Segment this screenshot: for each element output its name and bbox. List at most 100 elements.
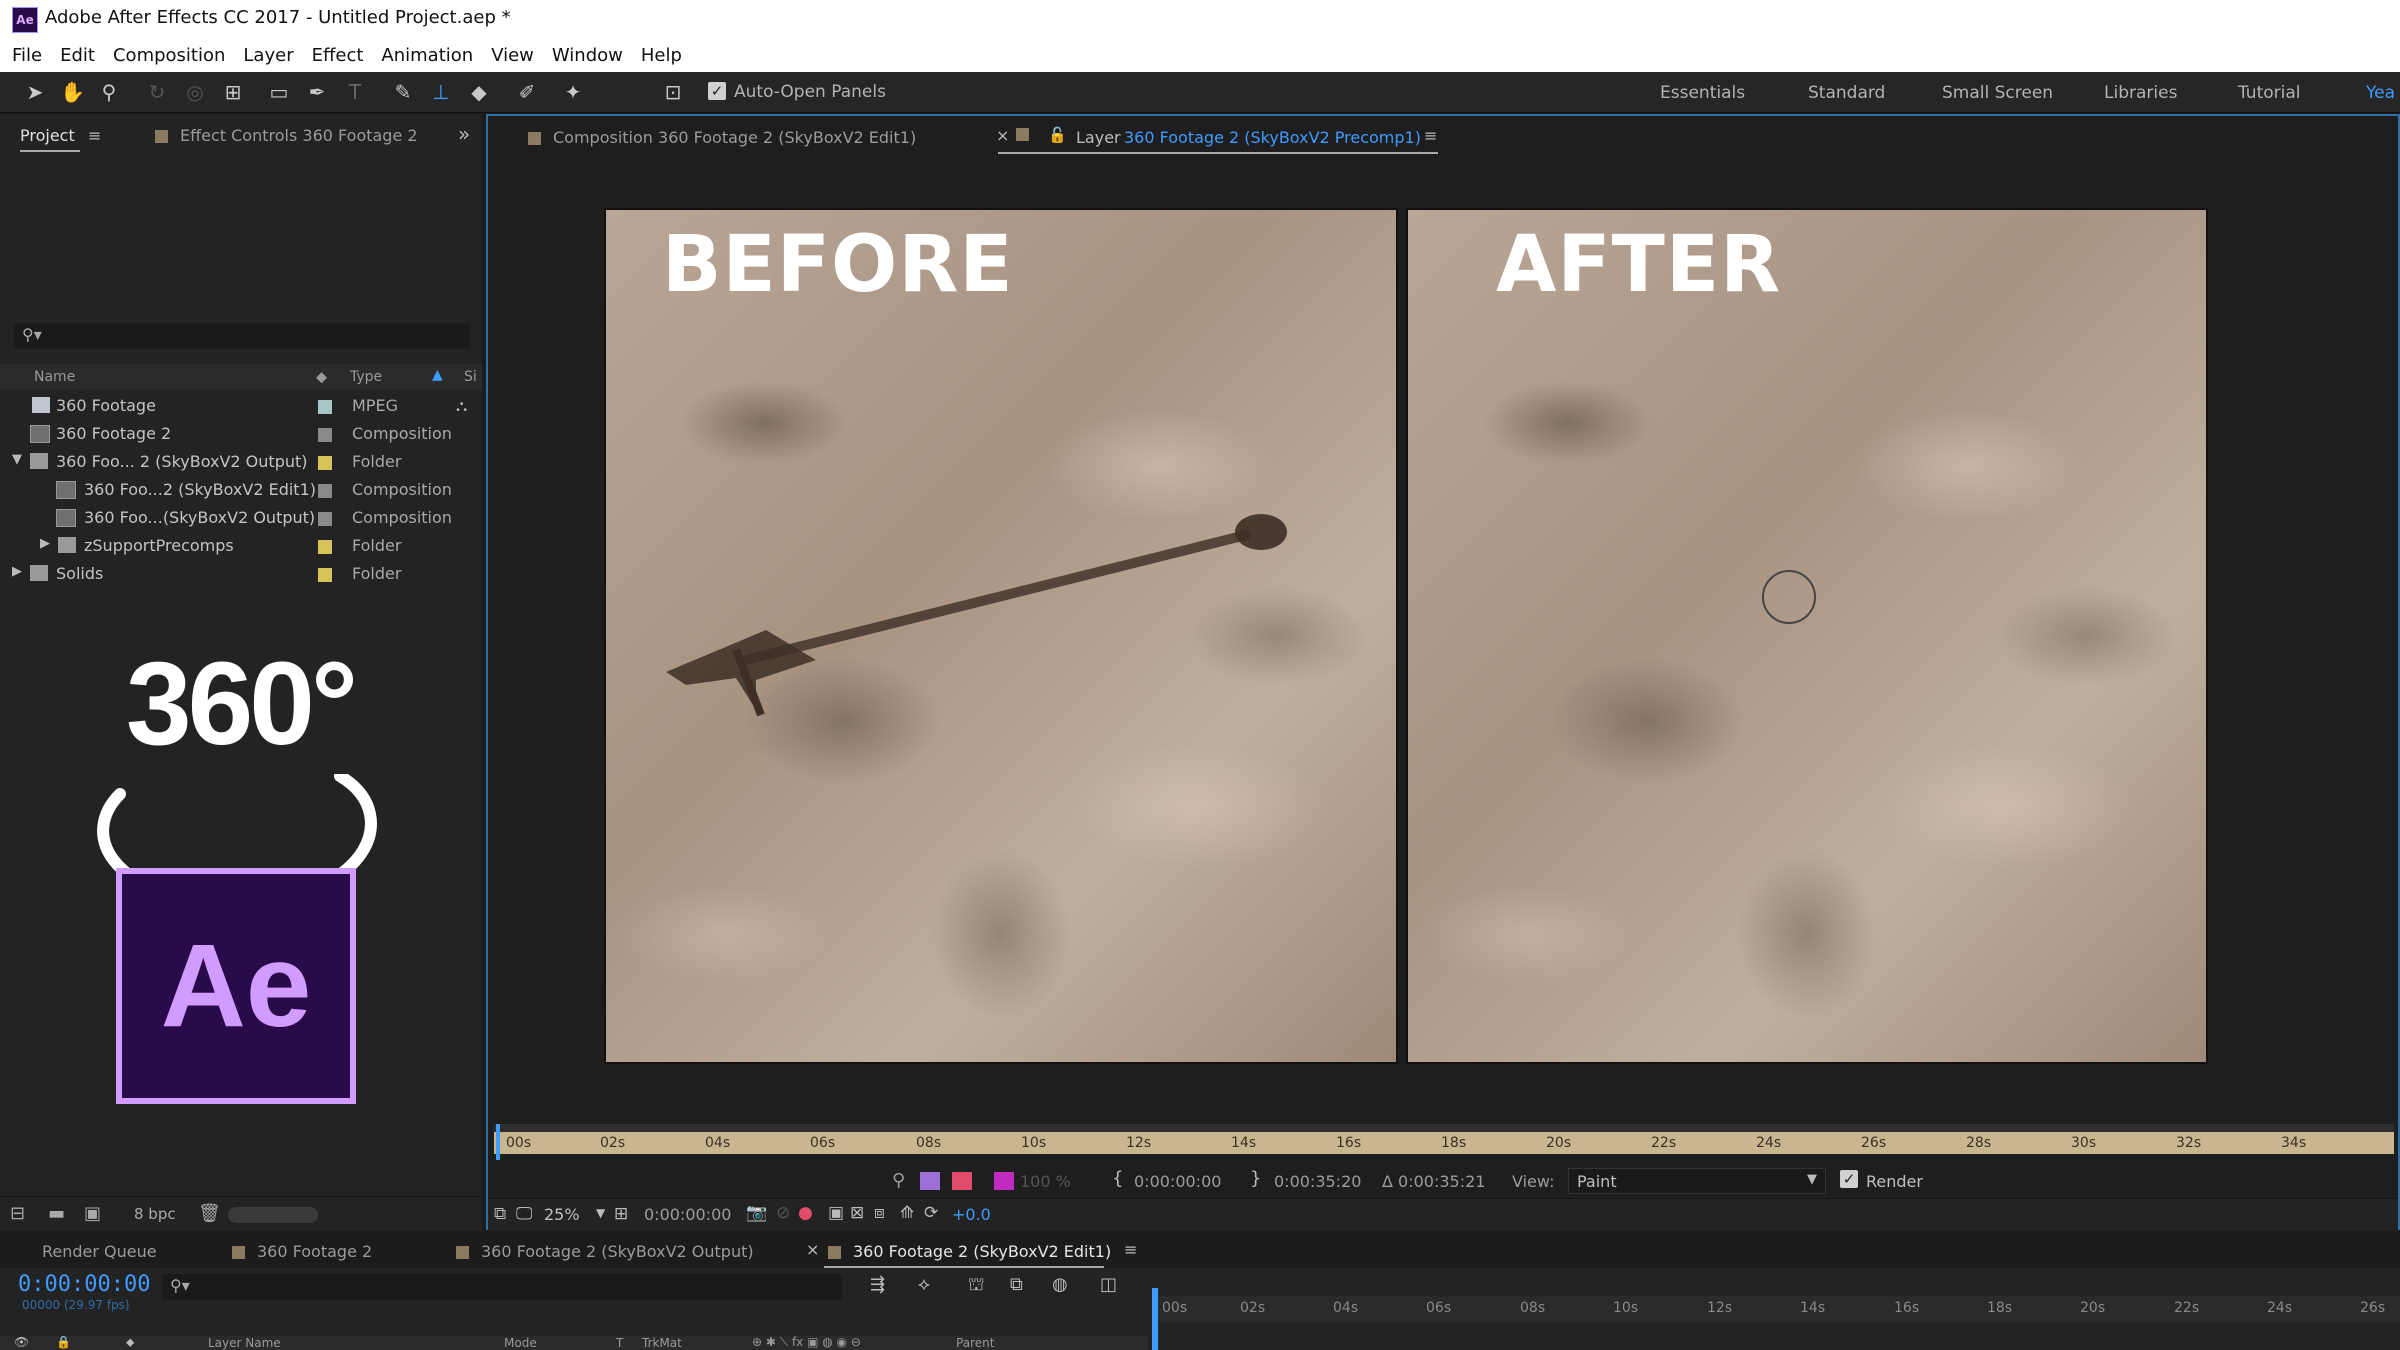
tab-composition[interactable]: Composition 360 Footage 2 (SkyBoxV2 Edit… — [528, 128, 916, 147]
panel-overflow-icon[interactable]: » — [458, 122, 470, 146]
set-in-point-icon[interactable]: { — [1112, 1168, 1123, 1189]
zoom-tool-icon[interactable]: ⚲ — [98, 81, 120, 103]
collapse-triangle-icon[interactable]: ▶ — [40, 536, 50, 551]
bit-depth-label[interactable]: 8 bpc — [134, 1205, 176, 1223]
layer-playhead[interactable] — [496, 1124, 500, 1160]
column-parent[interactable]: Parent — [956, 1336, 994, 1350]
hand-tool-icon[interactable]: ✋ — [60, 81, 85, 103]
menu-help[interactable]: Help — [641, 45, 682, 66]
project-item-skybox-output[interactable]: 360 Foo...(SkyBoxV2 Output) Composition — [10, 504, 480, 532]
set-out-point-icon[interactable]: } — [1250, 1168, 1261, 1189]
collapse-triangle-icon[interactable]: ▶ — [12, 564, 22, 579]
expand-triangle-icon[interactable]: ▼ — [12, 452, 22, 467]
menu-composition[interactable]: Composition — [113, 45, 225, 66]
viewer-menu-icon[interactable]: ≡ — [1424, 126, 1437, 145]
timeline-menu-icon[interactable]: ≡ — [1124, 1240, 1137, 1259]
workspace-icon[interactable]: ⊡ — [662, 81, 684, 103]
column-layer-name[interactable]: Layer Name — [208, 1336, 281, 1350]
fast-previews-icon[interactable]: ⟰ — [900, 1203, 914, 1223]
tab-skybox-output[interactable]: 360 Footage 2 (SkyBoxV2 Output) — [456, 1242, 754, 1261]
magenta-channel-button[interactable] — [994, 1172, 1014, 1190]
project-search-input[interactable]: ⚲▾ — [14, 323, 470, 349]
render-checkbox[interactable]: ✓ — [1840, 1170, 1858, 1188]
new-folder-icon[interactable]: ▬ — [48, 1203, 65, 1224]
comp-flowchart-icon[interactable]: ⇶ — [870, 1274, 885, 1295]
tab-skybox-edit1[interactable]: 360 Footage 2 (SkyBoxV2 Edit1) — [828, 1242, 1111, 1261]
current-time[interactable]: 0:00:00:00 — [644, 1205, 731, 1224]
project-folder-skybox-output[interactable]: ▼ 360 Foo... 2 (SkyBoxV2 Output) Folder — [10, 448, 480, 476]
motion-blur-icon[interactable]: ◍ — [1052, 1274, 1068, 1295]
graph-editor-icon[interactable]: ◫ — [1100, 1274, 1117, 1295]
exposure-value[interactable]: +0.0 — [952, 1205, 991, 1224]
workspace-tutorial[interactable]: Tutorial — [2238, 83, 2301, 103]
onion-skin-button[interactable] — [920, 1172, 940, 1190]
timeline-playhead[interactable] — [1152, 1288, 1158, 1350]
red-channel-button[interactable] — [952, 1172, 972, 1190]
close-tab-icon[interactable]: × — [806, 1240, 819, 1259]
work-area-bar[interactable] — [494, 1124, 2394, 1132]
project-item-skybox-edit1[interactable]: 360 Foo...2 (SkyBoxV2 Edit1) Composition — [10, 476, 480, 504]
tab-360-footage-2[interactable]: 360 Footage 2 — [232, 1242, 372, 1261]
workspace-small-screen[interactable]: Small Screen — [1942, 83, 2053, 103]
brush-tool-icon[interactable]: ✎ — [392, 81, 414, 103]
menu-window[interactable]: Window — [552, 45, 623, 66]
label-tag-icon[interactable]: ⬥ — [126, 1336, 134, 1350]
thumbnail-slider[interactable] — [228, 1207, 318, 1223]
reset-exposure-icon[interactable]: ⟳ — [924, 1203, 938, 1223]
tab-project[interactable]: Project — [20, 126, 75, 145]
mask-visibility-icon[interactable]: ⧈ — [874, 1203, 885, 1223]
column-name[interactable]: Name — [34, 369, 75, 385]
chevron-down-icon[interactable]: ▼ — [596, 1206, 605, 1220]
flowchart-icon[interactable]: ⛬ — [456, 396, 467, 416]
resolution-icon[interactable]: ⊞ — [614, 1204, 628, 1224]
rectangle-tool-icon[interactable]: ▭ — [268, 81, 290, 103]
project-folder-solids[interactable]: ▶ Solids Folder — [10, 560, 480, 588]
lock-icon[interactable]: 🔓 — [1048, 126, 1067, 144]
workspace-essentials[interactable]: Essentials — [1660, 83, 1745, 103]
interpret-footage-icon[interactable]: ⊟ — [10, 1203, 25, 1224]
zoom-level[interactable]: 25% — [544, 1205, 580, 1224]
tab-layer-prefix[interactable]: Layer — [1076, 128, 1121, 147]
in-time[interactable]: 0:00:00:00 — [1134, 1172, 1221, 1191]
pen-tool-icon[interactable]: ✒ — [306, 81, 328, 103]
workspace-standard[interactable]: Standard — [1808, 83, 1885, 103]
tab-layer-name[interactable]: 360 Footage 2 (SkyBoxV2 Precomp1) — [1124, 128, 1421, 147]
video-eye-icon[interactable]: 👁 — [14, 1336, 29, 1349]
region-of-interest-icon[interactable]: ▣ — [828, 1203, 844, 1223]
menu-file[interactable]: File — [12, 45, 42, 66]
column-mode[interactable]: Mode — [504, 1336, 537, 1350]
menu-effect[interactable]: Effect — [312, 45, 364, 66]
project-panel-menu-icon[interactable]: ≡ — [88, 126, 101, 145]
clone-stamp-tool-icon[interactable]: ⊥ — [430, 81, 452, 103]
workspace-libraries[interactable]: Libraries — [2104, 83, 2177, 103]
menu-view[interactable]: View — [491, 45, 534, 66]
snapshot-icon[interactable]: 📷 — [746, 1203, 767, 1223]
timeline-search-input[interactable]: ⚲▾ — [162, 1274, 842, 1300]
label-column-tag-icon[interactable]: ⬥ — [316, 367, 327, 387]
close-tab-icon[interactable]: × — [996, 126, 1009, 145]
type-tool-icon[interactable]: T — [344, 81, 366, 103]
channels-icon[interactable]: ● — [798, 1203, 813, 1223]
show-snapshot-icon[interactable]: ⊘ — [776, 1203, 790, 1223]
frame-blending-icon[interactable]: ⧉ — [1010, 1274, 1023, 1295]
selection-tool-icon[interactable]: ➤ — [24, 81, 46, 103]
out-time[interactable]: 0:00:35:20 — [1274, 1172, 1361, 1191]
roto-brush-tool-icon[interactable]: ✐ — [516, 81, 538, 103]
menu-edit[interactable]: Edit — [60, 45, 95, 66]
timeline-ruler[interactable]: 00s 02s 04s 06s 08s 10s 12s 14s 16s 18s … — [1152, 1296, 2400, 1322]
sort-ascending-icon[interactable]: ▲ — [432, 367, 443, 383]
after-frame[interactable]: AFTER — [1406, 208, 2208, 1064]
switches-icons[interactable]: ⊕ ✱ ⟍ fx ▣ ◍ ◉ ⊖ — [752, 1336, 861, 1350]
project-folder-zsupportprecomps[interactable]: ▶ zSupportPrecomps Folder — [10, 532, 480, 560]
delete-icon[interactable]: 🗑 — [198, 1203, 221, 1224]
timeline-timecode[interactable]: 0:00:00:00 — [18, 1272, 150, 1297]
always-preview-icon[interactable]: ⧉ — [494, 1204, 506, 1224]
menu-layer[interactable]: Layer — [243, 45, 293, 66]
column-type[interactable]: Type — [350, 369, 382, 385]
rotation-tool-icon[interactable]: ↻ — [146, 81, 168, 103]
tab-effect-controls[interactable]: Effect Controls 360 Footage 2 — [155, 126, 418, 145]
transparency-grid-icon[interactable]: ⊠ — [850, 1203, 864, 1223]
eraser-tool-icon[interactable]: ◆ — [468, 81, 490, 103]
new-composition-icon[interactable]: ▣ — [84, 1203, 101, 1224]
camera-tool-icon[interactable]: ◎ — [184, 81, 206, 103]
